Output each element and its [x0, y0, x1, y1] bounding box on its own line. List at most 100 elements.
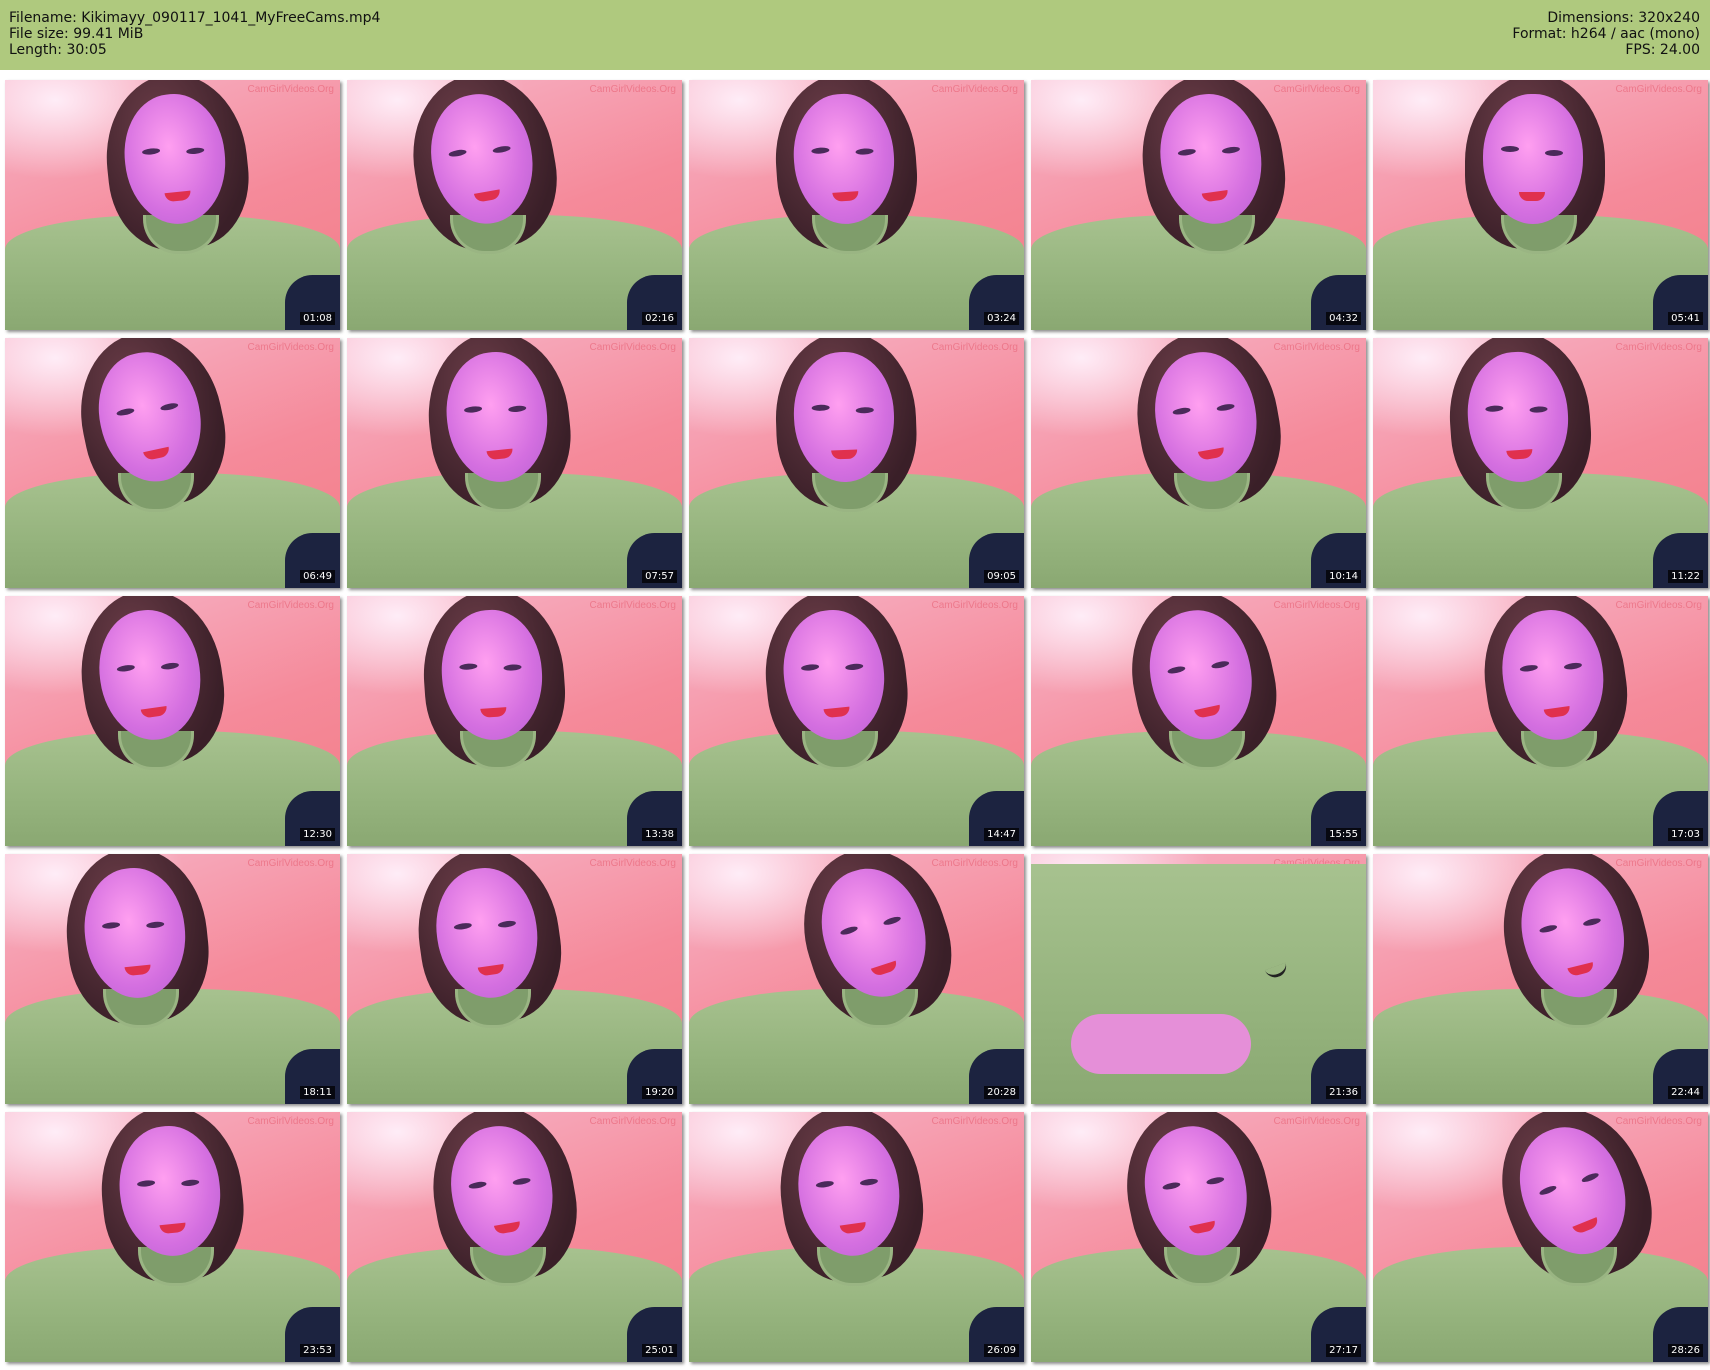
eye-shape [1519, 664, 1539, 673]
watermark-text: CamGirlVideos.Org [931, 600, 1018, 611]
eye-shape [1582, 917, 1602, 928]
video-thumbnail[interactable]: CamGirlVideos.Org 14:47 [689, 596, 1024, 846]
eye-shape [1166, 665, 1186, 675]
mouth-shape [493, 1221, 522, 1235]
watermark-text: CamGirlVideos.Org [931, 342, 1018, 353]
video-thumbnail[interactable]: CamGirlVideos.Org 10:14 [1031, 338, 1366, 588]
video-thumbnail[interactable]: CamGirlVideos.Org 09:05 [689, 338, 1024, 588]
eye-shape [136, 1179, 156, 1188]
mouth-shape [1572, 1217, 1600, 1236]
watermark-text: CamGirlVideos.Org [1615, 1116, 1702, 1127]
video-thumbnail[interactable]: CamGirlVideos.Org 01:08 [5, 80, 340, 330]
watermark-text: CamGirlVideos.Org [1273, 600, 1360, 611]
eye-shape [855, 147, 874, 156]
watermark-text: CamGirlVideos.Org [1273, 1116, 1360, 1127]
mouth-shape [473, 189, 502, 203]
watermark-text: CamGirlVideos.Org [1615, 600, 1702, 611]
video-thumbnail[interactable]: CamGirlVideos.Org 18:11 [5, 854, 340, 1104]
watermark-text: CamGirlVideos.Org [589, 600, 676, 611]
video-thumbnail[interactable]: CamGirlVideos.Org 02:16 [347, 80, 682, 330]
fps-text: FPS: 24.00 [1625, 42, 1700, 58]
eye-shape [882, 915, 902, 927]
eye-shape [468, 1180, 487, 1190]
video-thumbnail[interactable]: CamGirlVideos.Org 12:30 [5, 596, 340, 846]
video-thumbnail[interactable]: CamGirlVideos.Org 13:38 [347, 596, 682, 846]
eye-shape [1216, 402, 1236, 412]
timestamp-label: 22:44 [1668, 1086, 1703, 1099]
mouth-shape [143, 446, 171, 461]
eye-shape [101, 921, 121, 930]
video-thumbnail[interactable]: CamGirlVideos.Org 11:22 [1373, 338, 1708, 588]
mouth-shape [1197, 447, 1226, 461]
mouth-shape [477, 964, 505, 977]
video-thumbnail[interactable]: CamGirlVideos.Org 28:26 [1373, 1112, 1708, 1362]
info-header: Filename: Kikimayy_090117_1041_MyFreeCam… [0, 0, 1710, 70]
video-thumbnail[interactable]: CamGirlVideos.Org 26:09 [689, 1112, 1024, 1362]
eye-shape [145, 920, 165, 929]
mouth-shape [164, 190, 192, 203]
mouth-shape [831, 449, 858, 460]
eye-shape [507, 404, 527, 413]
eye-shape [800, 663, 820, 672]
eye-shape [180, 1178, 200, 1187]
video-thumbnail[interactable]: CamGirlVideos.Org 22:44 [1373, 854, 1708, 1104]
filesize-text: File size: 99.41 MiB [9, 26, 144, 42]
video-thumbnail[interactable]: CamGirlVideos.Org 17:03 [1373, 596, 1708, 846]
eye-shape [159, 401, 179, 412]
timestamp-label: 15:55 [1326, 828, 1361, 841]
eye-shape [459, 663, 478, 671]
timestamp-label: 25:01 [642, 1344, 677, 1357]
eye-shape [463, 405, 483, 414]
video-thumbnail[interactable]: CamGirlVideos.Org 25:01 [347, 1112, 682, 1362]
eye-shape [1172, 406, 1191, 416]
eye-shape [811, 147, 830, 155]
eye-shape [141, 147, 161, 156]
eye-shape [859, 1177, 879, 1187]
eye-shape [116, 664, 136, 673]
video-thumbnail[interactable]: CamGirlVideos.Org 15:55 [1031, 596, 1366, 846]
length-text: Length: 30:05 [9, 42, 107, 58]
watermark-text: CamGirlVideos.Org [247, 600, 334, 611]
info-left: Filename: Kikimayy_090117_1041_MyFreeCam… [9, 10, 380, 58]
mouth-shape [832, 191, 859, 202]
mouth-shape [486, 448, 514, 461]
timestamp-label: 04:32 [1326, 312, 1361, 325]
video-thumbnail[interactable]: CamGirlVideos.Org 07:57 [347, 338, 682, 588]
eye-shape [185, 146, 205, 155]
mouth-shape [1194, 704, 1222, 719]
watermark-text: CamGirlVideos.Org [931, 1116, 1018, 1127]
eye-shape [1538, 1184, 1558, 1197]
video-thumbnail[interactable]: CamGirlVideos.Org 04:32 [1031, 80, 1366, 330]
watermark-text: CamGirlVideos.Org [1615, 84, 1702, 95]
watermark-text: CamGirlVideos.Org [589, 84, 676, 95]
video-thumbnail[interactable]: CamGirlVideos.Org 20:28 [689, 854, 1024, 1104]
video-thumbnail[interactable]: CamGirlVideos.Org 23:53 [5, 1112, 340, 1362]
video-thumbnail[interactable]: CamGirlVideos.Org 19:20 [347, 854, 682, 1104]
eye-shape [1529, 405, 1548, 414]
mouth-shape [140, 706, 168, 719]
watermark-text: CamGirlVideos.Org [247, 84, 334, 95]
filename-text: Filename: Kikimayy_090117_1041_MyFreeCam… [9, 10, 381, 26]
eye-shape [453, 922, 473, 931]
timestamp-label: 09:05 [984, 570, 1019, 583]
eye-shape [1205, 1175, 1225, 1186]
mouth-shape [1567, 962, 1595, 978]
video-thumbnail[interactable]: CamGirlVideos.Org 05:41 [1373, 80, 1708, 330]
watermark-text: CamGirlVideos.Org [1615, 858, 1702, 869]
eye-shape [503, 663, 522, 672]
eye-shape [160, 661, 180, 671]
eye-shape [815, 1180, 835, 1189]
video-thumbnail[interactable]: CamGirlVideos.Org 27:17 [1031, 1112, 1366, 1362]
video-thumbnail[interactable]: CamGirlVideos.Org 06:49 [5, 338, 340, 588]
timestamp-label: 19:20 [642, 1086, 677, 1099]
eye-shape [1210, 659, 1230, 670]
video-thumbnail[interactable]: CamGirlVideos.Org21:36 [1031, 854, 1366, 1104]
mouth-shape [823, 706, 851, 719]
thumbnail-grid: CamGirlVideos.Org 01:08 CamGirlVideos.Org 0… [5, 80, 1708, 1362]
video-thumbnail[interactable]: CamGirlVideos.Org 03:24 [689, 80, 1024, 330]
timestamp-label: 26:09 [984, 1344, 1019, 1357]
eye-shape [497, 919, 517, 929]
watermark-text: CamGirlVideos.Org [589, 858, 676, 869]
timestamp-label: 18:11 [300, 1086, 335, 1099]
mouth-shape [1519, 192, 1545, 201]
